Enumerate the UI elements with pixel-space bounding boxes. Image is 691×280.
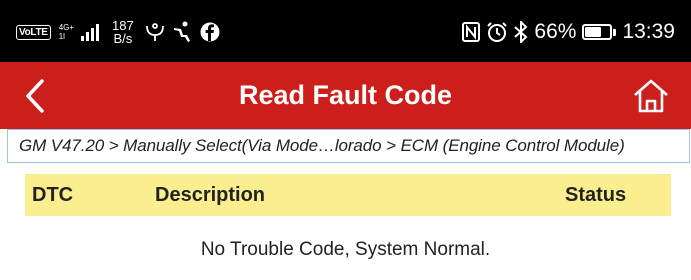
nfc-icon — [462, 22, 481, 42]
title-bar: Read Fault Code — [0, 62, 691, 129]
network-indicator: 4G+ 1l — [59, 23, 74, 41]
column-header-status: Status — [565, 184, 627, 206]
battery-percent: 66% — [534, 20, 577, 43]
battery-icon — [582, 24, 617, 40]
facebook-icon — [200, 22, 220, 42]
breadcrumb: GM V47.20 > Manually Select(Via Mode…lor… — [7, 129, 690, 163]
speed-unit: B/s — [113, 31, 133, 46]
bluetooth-icon — [514, 21, 528, 43]
column-header-description: Description — [155, 184, 266, 206]
signal-icon — [80, 23, 102, 41]
home-icon — [634, 79, 668, 113]
network-type: 4G+ — [58, 23, 75, 32]
status-bar-left: VoLTE 4G+ 1l 187 B/s — [16, 12, 220, 52]
clock: 13:39 — [622, 20, 675, 43]
page-title: Read Fault Code — [238, 80, 453, 110]
network-sub: 1l — [58, 32, 65, 41]
home-button[interactable] — [631, 76, 671, 116]
volte-badge: VoLTE — [16, 24, 51, 40]
accessibility-icon — [172, 21, 194, 43]
usb-icon — [144, 22, 166, 42]
column-header-dtc: DTC — [32, 184, 74, 206]
empty-state-message: No Trouble Code, System Normal. — [200, 239, 491, 260]
data-speed: 187 B/s — [112, 19, 134, 45]
status-bar-right: 66% 13:39 — [462, 12, 675, 52]
status-bar: VoLTE 4G+ 1l 187 B/s 66% 13:39 — [0, 0, 691, 62]
table-header: DTC Description Status — [25, 174, 671, 216]
alarm-icon — [486, 21, 508, 43]
